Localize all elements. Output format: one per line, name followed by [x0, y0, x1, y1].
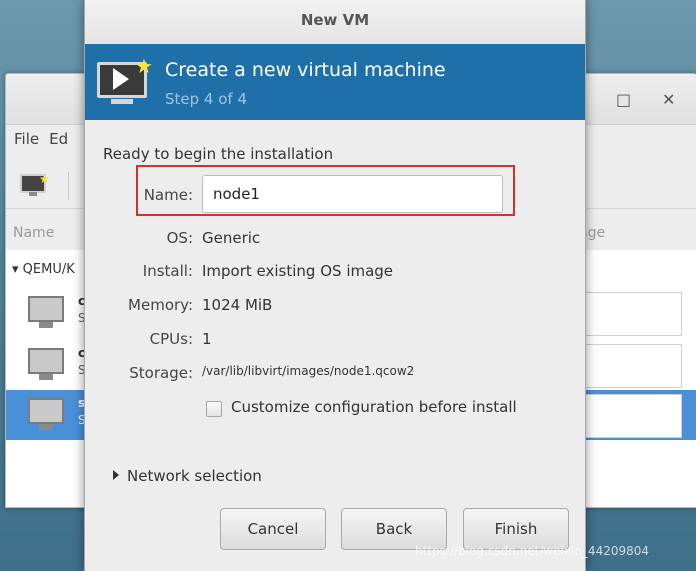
new-vm-icon[interactable]: ★ [20, 172, 50, 198]
new-vm-dialog: New VM ★ Create a new virtual machine St… [84, 0, 586, 571]
vm-monitor-icon [26, 296, 66, 330]
toolbar-separator [68, 172, 69, 200]
memory-value: 1024 MiB [202, 296, 273, 314]
os-label: OS: [166, 229, 193, 247]
network-selection-label: Network selection [127, 467, 262, 485]
vm-monitor-icon [26, 348, 66, 382]
banner-step: Step 4 of 4 [165, 90, 248, 108]
dialog-title: New VM [85, 0, 585, 44]
name-label: Name: [143, 186, 193, 204]
storage-value: /var/lib/libvirt/images/node1.qcow2 [202, 364, 415, 378]
memory-label: Memory: [128, 296, 193, 314]
ready-text: Ready to begin the installation [103, 145, 334, 163]
banner-title: Create a new virtual machine [165, 59, 446, 81]
connection-label: QEMU/K [22, 262, 75, 277]
menu-edit[interactable]: Ed [49, 130, 68, 148]
install-label: Install: [142, 262, 193, 280]
name-input[interactable] [202, 175, 503, 213]
column-name[interactable]: Name [13, 225, 54, 241]
customize-checkbox[interactable] [206, 401, 222, 417]
vm-monitor-icon [26, 398, 66, 432]
watermark: https://blog.csdn.net/weixin_44209804 [415, 544, 650, 558]
menubar: File Ed [14, 130, 78, 148]
dialog-banner: ★ Create a new virtual machine Step 4 of… [85, 44, 585, 120]
menu-file[interactable]: File [14, 130, 39, 148]
close-icon[interactable]: ✕ [662, 90, 675, 109]
vm-usage-graph [583, 394, 682, 438]
cpus-value: 1 [202, 330, 212, 348]
network-selection-expander[interactable]: Network selection [113, 467, 262, 485]
new-vm-icon: ★ [97, 56, 153, 106]
cpus-label: CPUs: [149, 330, 193, 348]
maximize-icon[interactable]: □ [616, 90, 631, 109]
storage-label: Storage: [129, 364, 193, 382]
customize-label[interactable]: Customize configuration before install [231, 398, 517, 416]
expander-arrow-icon [113, 470, 119, 480]
vm-usage-graph [583, 292, 682, 336]
os-value: Generic [202, 229, 261, 247]
vm-usage-graph [583, 344, 682, 388]
cancel-button[interactable]: Cancel [220, 508, 326, 550]
install-value: Import existing OS image [202, 262, 394, 280]
connection-group[interactable]: ▾ QEMU/K [12, 262, 75, 277]
svg-text:★: ★ [39, 172, 50, 186]
